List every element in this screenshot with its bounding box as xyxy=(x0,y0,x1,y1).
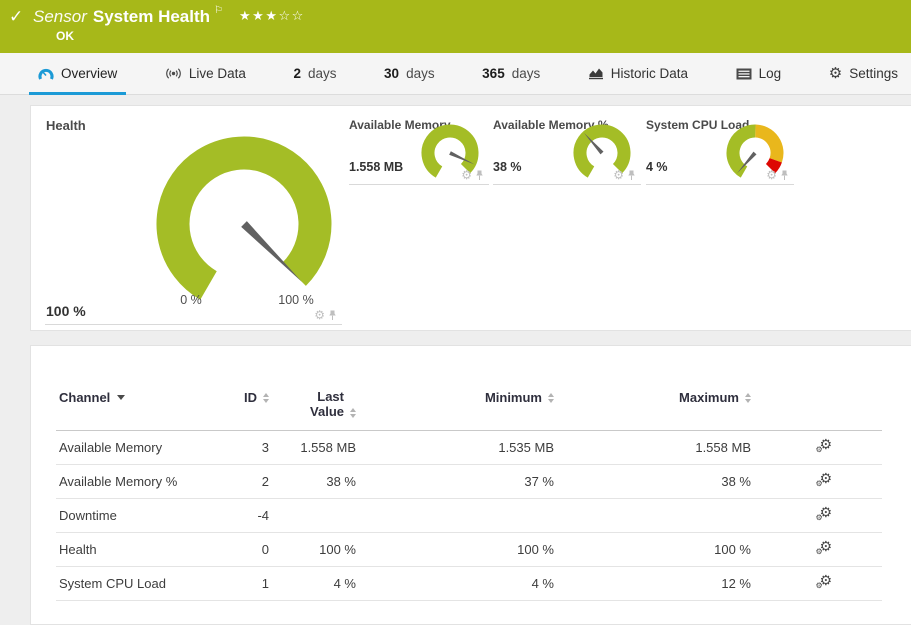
broadcast-icon xyxy=(165,67,182,80)
table-row: System CPU Load14 %4 %12 %⚙⚙ xyxy=(56,567,882,601)
gauge-title: Health xyxy=(46,118,86,133)
priority-stars[interactable]: ★★★☆☆ xyxy=(239,8,305,23)
sort-desc-icon xyxy=(117,395,125,400)
channel-table: ChannelIDLast ValueMinimumMaximum Availa… xyxy=(56,382,882,601)
gauges-card: Health 0 % 100 % 100 % ⚙ Available Memor… xyxy=(30,105,911,331)
channel-name: System CPU Load xyxy=(56,576,211,591)
table-row: Available Memory31.558 MB1.535 MB1.558 M… xyxy=(56,431,882,465)
tab-overview[interactable]: Overview xyxy=(29,53,126,94)
table-row: Available Memory %238 %37 %38 %⚙⚙ xyxy=(56,465,882,499)
sort-toggle-icon[interactable] xyxy=(350,408,356,418)
tab-range-number: 2 xyxy=(293,66,301,81)
channel-id: 3 xyxy=(211,440,269,455)
tab-label: Overview xyxy=(61,66,117,81)
column-header-last-value[interactable]: Last Value xyxy=(269,390,356,420)
channel-minimum: 4 % xyxy=(356,576,554,591)
column-header-minimum[interactable]: Minimum xyxy=(356,390,554,405)
tab-historic-data[interactable]: Historic Data xyxy=(579,53,697,94)
gauge-value: 4 % xyxy=(646,160,668,174)
tab-label: days xyxy=(512,66,541,81)
tab-365-days[interactable]: 365 days xyxy=(473,53,549,94)
channel-minimum: 37 % xyxy=(356,474,554,489)
channel-last-value: 1.558 MB xyxy=(269,440,356,455)
column-header-maximum[interactable]: Maximum xyxy=(554,390,751,405)
system-cpu-load-gauge-panel[interactable]: System CPU Load 4 % ⚙ xyxy=(646,115,794,185)
channel-settings-gears-icon[interactable]: ⚙⚙ xyxy=(816,438,834,456)
gauge-scale-min: 0 % xyxy=(164,293,218,307)
gear-icon[interactable]: ⚙ xyxy=(613,169,624,181)
flag-icon[interactable]: ⚐ xyxy=(214,5,223,16)
column-header-channel[interactable]: Channel xyxy=(56,390,211,405)
tab-label: Live Data xyxy=(189,66,246,81)
health-gauge xyxy=(149,129,339,319)
channel-settings-gears-icon[interactable]: ⚙⚙ xyxy=(816,540,834,558)
gear-icon: ⚙ xyxy=(829,66,842,81)
status-badge: OK xyxy=(56,29,74,43)
tab-label: Settings xyxy=(849,66,898,81)
channel-last-value: 100 % xyxy=(269,542,356,557)
page-title: System Health xyxy=(93,7,210,26)
channel-minimum: 100 % xyxy=(356,542,554,557)
channel-maximum: 12 % xyxy=(554,576,751,591)
gauge-value: 100 % xyxy=(46,303,86,319)
channel-last-value: 4 % xyxy=(269,576,356,591)
channel-settings-gears-icon[interactable]: ⚙⚙ xyxy=(816,472,834,490)
pin-icon[interactable] xyxy=(780,170,789,181)
tab-label: days xyxy=(308,66,337,81)
gauge-icon xyxy=(38,67,54,81)
sensor-header: ✓ Sensor System Health ⚐ ★★★☆☆ OK xyxy=(0,0,911,53)
table-row: Downtime-4 ⚙⚙ xyxy=(56,499,882,533)
channel-id: 0 xyxy=(211,542,269,557)
channel-table-card: ChannelIDLast ValueMinimumMaximum Availa… xyxy=(30,345,911,625)
tab-live-data[interactable]: Live Data xyxy=(156,53,255,94)
channel-id: -4 xyxy=(211,508,269,523)
table-header-row: ChannelIDLast ValueMinimumMaximum xyxy=(56,382,882,431)
channel-maximum: 100 % xyxy=(554,542,751,557)
tab-bar: Overview Live Data 2 days 30 days 365 days Histo… xyxy=(0,53,911,95)
health-gauge-panel[interactable]: Health 0 % 100 % 100 % ⚙ xyxy=(45,115,342,325)
tab-log[interactable]: Log xyxy=(727,53,791,94)
channel-minimum: 1.535 MB xyxy=(356,440,554,455)
channel-settings-gears-icon[interactable]: ⚙⚙ xyxy=(816,574,834,592)
available-memory-gauge-panel[interactable]: Available Memory 1.558 MB ⚙ xyxy=(349,115,489,185)
tab-settings[interactable]: ⚙ Settings xyxy=(820,53,907,94)
table-row: Health0100 %100 %100 %⚙⚙ xyxy=(56,533,882,567)
channel-name: Downtime xyxy=(56,508,211,523)
sort-toggle-icon[interactable] xyxy=(745,393,751,403)
channel-maximum: 1.558 MB xyxy=(554,440,751,455)
available-memory-percent-gauge-panel[interactable]: Available Memory % 38 % ⚙ xyxy=(493,115,641,185)
tab-30-days[interactable]: 30 days xyxy=(375,53,444,94)
object-kind-label: Sensor xyxy=(33,7,87,26)
gear-icon[interactable]: ⚙ xyxy=(766,169,777,181)
channel-maximum: 38 % xyxy=(554,474,751,489)
gauge-value: 1.558 MB xyxy=(349,160,403,174)
channel-name: Available Memory % xyxy=(56,474,211,489)
gauge-scale-max: 100 % xyxy=(269,293,323,307)
channel-last-value: 38 % xyxy=(269,474,356,489)
chart-icon xyxy=(588,67,604,80)
tab-range-number: 30 xyxy=(384,66,399,81)
pin-icon[interactable] xyxy=(627,170,636,181)
tab-label: days xyxy=(406,66,435,81)
gear-icon[interactable]: ⚙ xyxy=(461,169,472,181)
channel-id: 2 xyxy=(211,474,269,489)
channel-settings-gears-icon[interactable]: ⚙⚙ xyxy=(816,506,834,524)
channel-name: Available Memory xyxy=(56,440,211,455)
tab-2-days[interactable]: 2 days xyxy=(284,53,345,94)
status-check-icon: ✓ xyxy=(9,7,23,27)
log-icon xyxy=(736,68,752,80)
tab-label: Log xyxy=(759,66,782,81)
channel-id: 1 xyxy=(211,576,269,591)
channel-name: Health xyxy=(56,542,211,557)
gear-icon[interactable]: ⚙ xyxy=(314,309,325,321)
column-header-id[interactable]: ID xyxy=(211,390,269,405)
pin-icon[interactable] xyxy=(328,310,337,321)
tab-range-number: 365 xyxy=(482,66,505,81)
pin-icon[interactable] xyxy=(475,170,484,181)
gauge-value: 38 % xyxy=(493,160,522,174)
tab-label: Historic Data xyxy=(611,66,688,81)
